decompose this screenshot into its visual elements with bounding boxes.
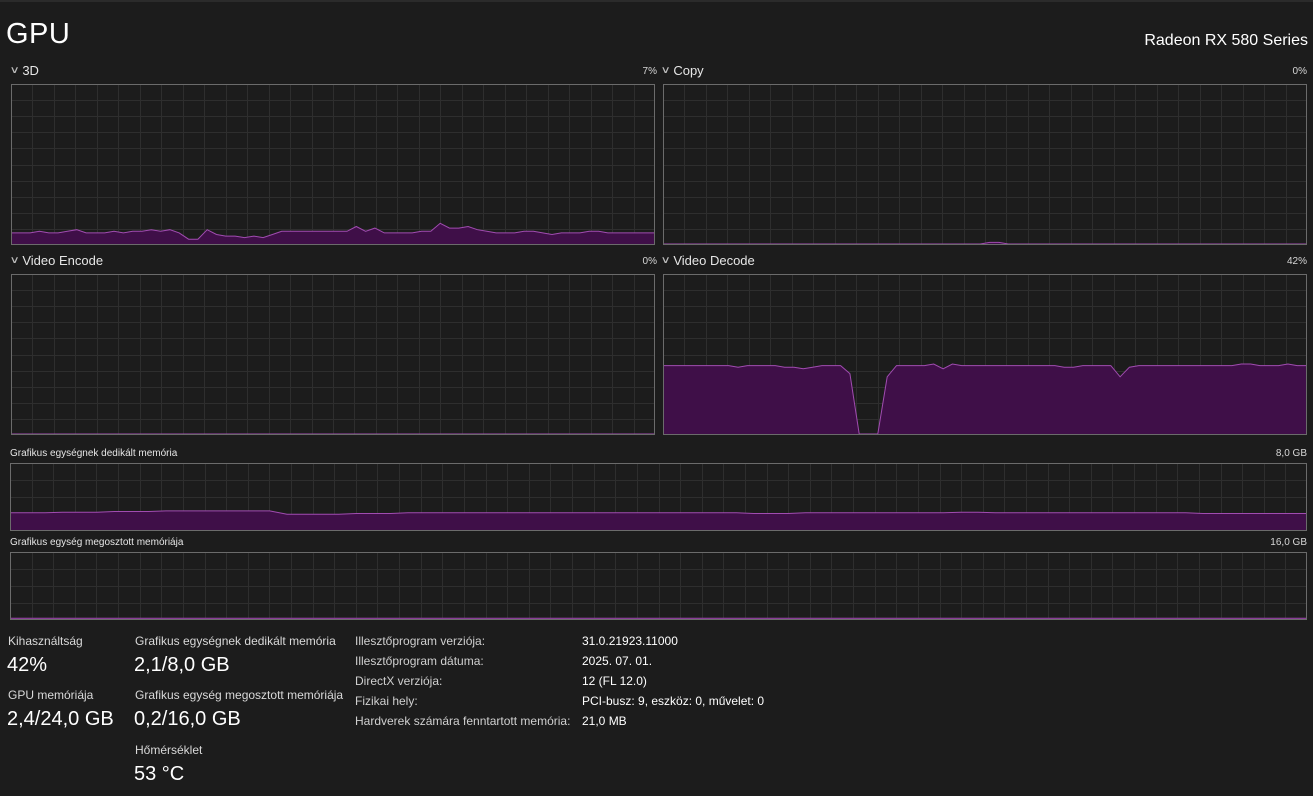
gpu-memory-value: 2,4/24,0 GB (7, 708, 114, 730)
shared-memory-graph-label: Grafikus egység megosztott memóriája (10, 537, 184, 548)
gpu-memory-label: GPU memóriája (8, 688, 94, 702)
info-value-directx: 12 (FL 12.0) (582, 674, 647, 688)
info-value-reserved-memory: 21,0 MB (582, 714, 627, 728)
engine-value-video-decode: 42% (1286, 256, 1307, 267)
engine-graph-copy (663, 84, 1307, 245)
dedicated-memory-graph-label: Grafikus egységnek dedikált memória (10, 448, 178, 459)
engine-graph-video-decode (663, 274, 1307, 435)
shared-memory-label: Grafikus egység megosztott memóriája (135, 688, 344, 702)
info-label-driver-version: Illesztőprogram verziója: (355, 634, 486, 648)
info-value-physical-location: PCI-busz: 9, eszköz: 0, művelet: 0 (582, 694, 765, 708)
info-value-driver-date: 2025. 07. 01. (582, 654, 653, 668)
engine-graph-area (663, 364, 1307, 434)
engine-value-video-encode: 0% (642, 256, 657, 267)
engine-selector-video-encode[interactable]: ∨ Video Encode (9, 253, 104, 268)
shared-memory-graph-max: 16,0 GB (1270, 537, 1307, 548)
info-value-driver-version: 31.0.21923.11000 (582, 634, 678, 648)
shared-memory-value: 0,2/16,0 GB (134, 708, 241, 730)
chevron-down-icon: ∨ (660, 255, 671, 266)
dedicated-memory-label: Grafikus egységnek dedikált memória (135, 634, 336, 648)
temperature-value: 53 °C (134, 763, 185, 785)
info-label-driver-date: Illesztőprogram dátuma: (355, 654, 484, 668)
chevron-down-icon: ∨ (9, 65, 20, 76)
engine-selector-video-decode[interactable]: ∨ Video Decode (660, 253, 755, 268)
engine-label: Video Decode (673, 253, 755, 268)
engine-selector-copy[interactable]: ∨ Copy (660, 63, 704, 78)
page-title: GPU (6, 18, 71, 50)
engine-label: Copy (673, 63, 704, 78)
chevron-down-icon: ∨ (9, 255, 20, 266)
chevron-down-icon: ∨ (660, 65, 671, 76)
engine-graph-3d (11, 84, 655, 245)
utilization-label: Kihasználtság (8, 634, 83, 648)
window-top-border (0, 0, 1313, 2)
temperature-label: Hőmérséklet (135, 743, 203, 757)
info-label-directx: DirectX verziója: (355, 674, 443, 688)
engine-label: 3D (22, 63, 39, 78)
dedicated-memory-graph-max: 8,0 GB (1275, 448, 1307, 459)
dedicated-memory-graph (10, 463, 1307, 531)
info-label-physical-location: Fizikai hely: (355, 694, 418, 708)
info-label-reserved-memory: Hardverek számára fenntartott memória: (355, 714, 571, 728)
engine-graph-video-encode (11, 274, 655, 435)
memory-graph-area (10, 510, 1307, 530)
engine-label: Video Encode (22, 253, 104, 268)
engine-value-3d: 7% (642, 66, 657, 77)
adapter-name: Radeon RX 580 Series (1144, 32, 1308, 49)
engine-selector-3d[interactable]: ∨ 3D (9, 63, 39, 78)
shared-memory-graph (10, 552, 1307, 620)
dedicated-memory-value: 2,1/8,0 GB (134, 654, 230, 676)
engine-value-copy: 0% (1292, 66, 1307, 77)
utilization-value: 42% (7, 654, 48, 676)
